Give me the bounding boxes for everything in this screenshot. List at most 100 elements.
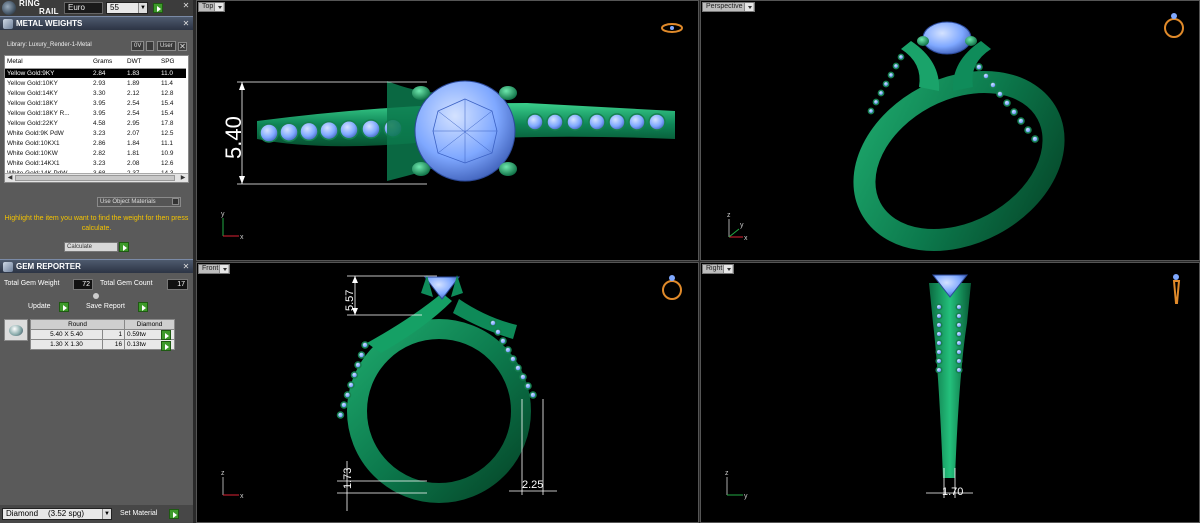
gem-reporter-title: GEM REPORTER bbox=[16, 262, 81, 271]
viewport-top[interactable]: 5.40 yx Top bbox=[196, 0, 699, 261]
table-row[interactable]: Yellow Gold:18KY R... 3.95 2.54 15.4 bbox=[5, 108, 186, 118]
gem-row[interactable]: 1.30 X 1.30 16 0.13tw bbox=[30, 339, 175, 350]
melee-stone bbox=[514, 364, 522, 372]
metal-grams: 2.84 bbox=[91, 68, 125, 79]
table-row[interactable]: White Gold:9K PdW 3.23 2.07 12.5 bbox=[5, 129, 186, 139]
metal-grams: 4.58 bbox=[93, 120, 106, 128]
table-row[interactable]: White Gold:10KX1 2.86 1.84 11.1 bbox=[5, 139, 186, 149]
melee-stone bbox=[499, 337, 507, 345]
ring-shank-front bbox=[347, 319, 531, 503]
viewport-right-name: Right bbox=[706, 265, 723, 272]
viewport-perspective-label[interactable]: Perspective bbox=[702, 2, 755, 12]
metal-weights-title: METAL WEIGHTS bbox=[16, 19, 83, 28]
ring-size-select[interactable]: 55 ▼ bbox=[106, 2, 148, 14]
horizontal-scrollbar[interactable]: ◀ ▶ bbox=[5, 173, 188, 182]
metal-spg: 10.9 bbox=[161, 150, 174, 158]
set-material-button[interactable] bbox=[169, 509, 179, 519]
perspective-navcube-icon[interactable] bbox=[1164, 13, 1184, 38]
viewport-right[interactable]: 1.70 zy Right bbox=[700, 262, 1200, 523]
top-navcube-icon[interactable] bbox=[661, 23, 683, 33]
select-gem-row-button[interactable] bbox=[161, 341, 171, 351]
metal-spg: 11.4 bbox=[161, 79, 173, 87]
melee-stone bbox=[259, 123, 279, 143]
axis-triad-icon: z xy bbox=[727, 212, 748, 242]
viewport-top-label[interactable]: Top bbox=[198, 2, 226, 12]
update-button[interactable] bbox=[59, 302, 69, 312]
size-system-value: Euro bbox=[68, 3, 85, 12]
col-header-grams[interactable]: Grams bbox=[91, 56, 125, 69]
melee-stone bbox=[1024, 126, 1032, 134]
scrollbar-thumb[interactable] bbox=[15, 175, 175, 181]
melee-stone bbox=[340, 401, 348, 409]
save-report-button[interactable] bbox=[138, 302, 148, 312]
zero-v-button[interactable]: 0V bbox=[131, 41, 145, 51]
melee-stone bbox=[897, 53, 905, 61]
col-header-spg[interactable]: SPG bbox=[159, 56, 186, 69]
melee-stone bbox=[608, 113, 626, 131]
gem-report-table: Round Diamond 5.40 X 5.40 1 0.59tw 1.30 … bbox=[4, 316, 189, 352]
apply-size-button[interactable] bbox=[153, 3, 163, 13]
front-navcube-icon[interactable] bbox=[662, 275, 682, 300]
diamond-thumbnail-icon bbox=[4, 319, 28, 341]
gem-panel-slider[interactable] bbox=[93, 293, 99, 299]
gem-material-name: Diamond bbox=[6, 509, 39, 518]
viewport-perspective[interactable]: z xy Perspective bbox=[700, 0, 1200, 261]
right-navcube-icon[interactable] bbox=[1172, 274, 1181, 304]
table-row[interactable]: Yellow Gold:10KY 2.93 1.89 11.4 bbox=[5, 78, 186, 88]
col-header-dwt[interactable]: DWT bbox=[125, 56, 159, 69]
melee-stone bbox=[354, 361, 362, 369]
use-object-materials-toggle[interactable]: Use Object Materials bbox=[97, 197, 181, 207]
svg-text:z: z bbox=[725, 470, 729, 477]
melee-stone bbox=[347, 381, 355, 389]
gem-material-select[interactable]: Diamond (3.52 spg) ▼ bbox=[2, 508, 112, 520]
library-toggle[interactable] bbox=[146, 41, 154, 51]
metal-spg: 12.6 bbox=[161, 160, 174, 168]
calculate-button[interactable] bbox=[119, 242, 129, 252]
melee-stone bbox=[935, 321, 943, 329]
melee-stone bbox=[955, 312, 963, 320]
melee-stone bbox=[935, 330, 943, 338]
table-row[interactable]: Yellow Gold:22KY 4.58 2.95 17.8 bbox=[5, 118, 186, 128]
viewport-front[interactable]: 5.57 1.73 2.25 zx Front bbox=[196, 262, 699, 523]
ring-rail-logo-icon bbox=[2, 1, 16, 15]
melee-stone bbox=[955, 303, 963, 311]
metal-name: White Gold:10KW bbox=[7, 150, 58, 158]
select-gem-row-button[interactable] bbox=[161, 330, 171, 340]
use-object-materials-checkbox[interactable] bbox=[172, 198, 179, 205]
melee-stone bbox=[279, 122, 299, 142]
metal-grams: 3.95 bbox=[93, 109, 106, 117]
user-library-button[interactable]: User bbox=[157, 41, 176, 51]
library-close-icon[interactable]: ✕ bbox=[178, 42, 187, 51]
table-row[interactable]: White Gold:10KW 2.82 1.81 10.9 bbox=[5, 149, 186, 159]
melee-stone bbox=[299, 121, 319, 142]
metal-name: White Gold:14KX1 bbox=[7, 160, 60, 168]
calculate-field[interactable]: Calculate bbox=[64, 242, 118, 252]
viewport-front-label[interactable]: Front bbox=[198, 264, 231, 274]
close-icon[interactable]: ✕ bbox=[182, 2, 190, 10]
melee-stone bbox=[935, 339, 943, 347]
gem-row[interactable]: 5.40 X 5.40 1 0.59tw bbox=[30, 329, 175, 340]
right-width-label: 1.70 bbox=[942, 486, 963, 498]
svg-text:z: z bbox=[221, 470, 225, 477]
close-icon[interactable]: ✕ bbox=[182, 263, 190, 271]
close-icon[interactable]: ✕ bbox=[182, 20, 190, 28]
metal-name: White Gold:9K PdW bbox=[7, 130, 64, 138]
metal-dwt: 2.12 bbox=[127, 89, 140, 97]
scroll-left-icon[interactable]: ◀ bbox=[6, 174, 14, 182]
melee-stone bbox=[361, 341, 369, 349]
total-gem-weight-label: Total Gem Weight bbox=[4, 280, 60, 287]
table-row[interactable]: Yellow Gold:9KY 2.84 1.83 11.0 bbox=[5, 68, 186, 79]
scroll-right-icon[interactable]: ▶ bbox=[179, 174, 187, 182]
size-system-select[interactable]: Euro bbox=[64, 2, 103, 14]
melee-stone bbox=[935, 357, 943, 365]
total-gem-weight-value: 72 bbox=[73, 279, 93, 290]
front-view-canvas: 5.57 1.73 2.25 zx bbox=[221, 275, 682, 511]
col-header-metal[interactable]: Metal bbox=[5, 56, 91, 69]
melee-stone bbox=[339, 120, 359, 140]
viewport-top-name: Top bbox=[202, 3, 214, 10]
table-row[interactable]: Yellow Gold:18KY 3.95 2.54 15.4 bbox=[5, 98, 186, 108]
calculate-hint: Highlight the item you want to find the … bbox=[4, 215, 189, 232]
table-row[interactable]: Yellow Gold:14KY 3.30 2.12 12.8 bbox=[5, 88, 186, 98]
table-row[interactable]: White Gold:14KX1 3.23 2.08 12.6 bbox=[5, 159, 186, 169]
viewport-right-label[interactable]: Right bbox=[702, 264, 735, 274]
